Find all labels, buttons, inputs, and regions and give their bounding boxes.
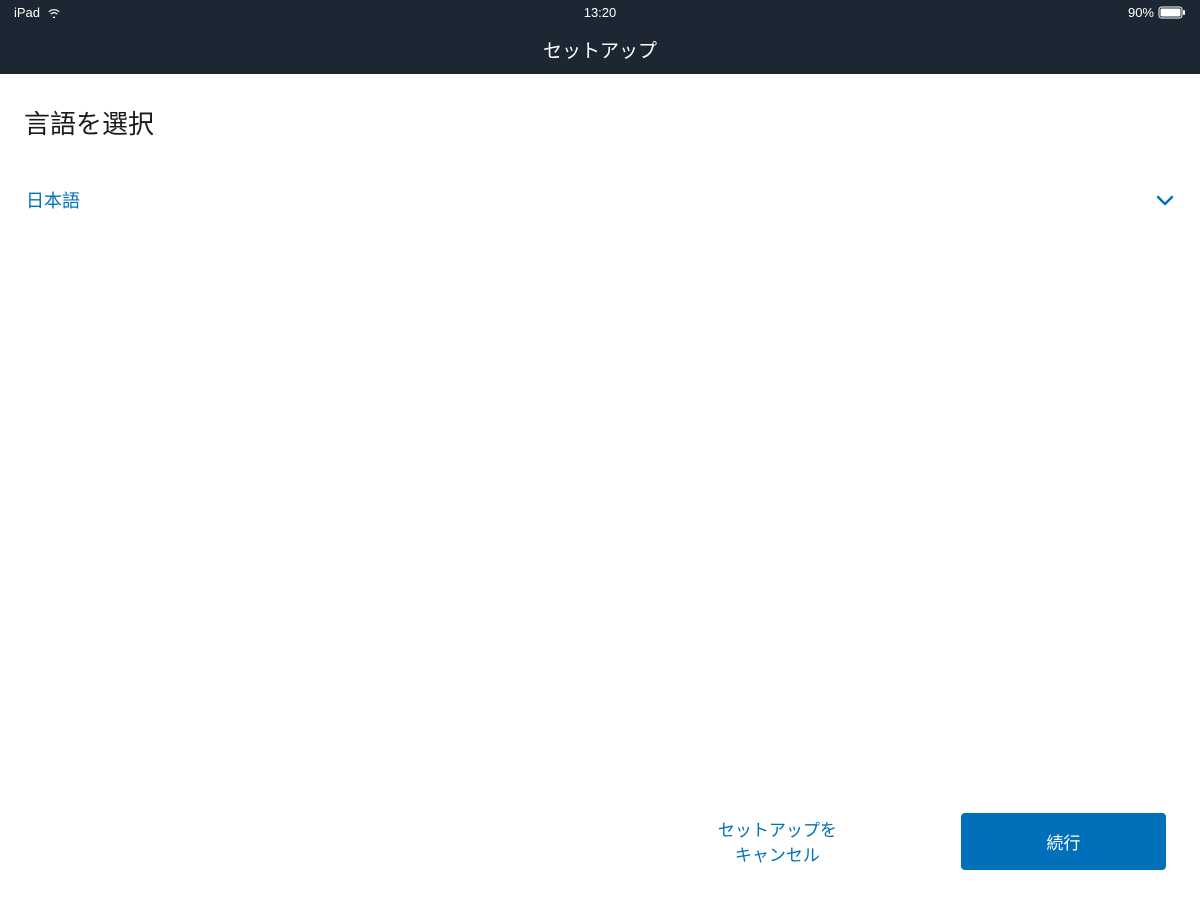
language-selector[interactable]: 日本語: [24, 181, 1176, 219]
nav-title: セットアップ: [543, 36, 657, 63]
page-title: 言語を選択: [24, 104, 1176, 141]
wifi-icon: [47, 7, 61, 18]
chevron-down-icon: [1156, 195, 1174, 206]
selected-language-label: 日本語: [26, 187, 80, 213]
main-content: 言語を選択 日本語: [0, 74, 1200, 219]
cancel-setup-button[interactable]: セットアップをキャンセル: [694, 802, 861, 880]
continue-button[interactable]: 続行: [961, 813, 1166, 870]
battery-icon: [1158, 6, 1186, 19]
status-right: 90%: [1128, 5, 1186, 20]
nav-bar: セットアップ: [0, 24, 1200, 74]
status-bar: iPad 13:20 90%: [0, 0, 1200, 24]
footer: セットアップをキャンセル 続行: [0, 802, 1200, 880]
device-label: iPad: [14, 5, 40, 20]
status-left: iPad: [14, 5, 61, 20]
battery-percent: 90%: [1128, 5, 1154, 20]
status-time: 13:20: [584, 5, 617, 20]
